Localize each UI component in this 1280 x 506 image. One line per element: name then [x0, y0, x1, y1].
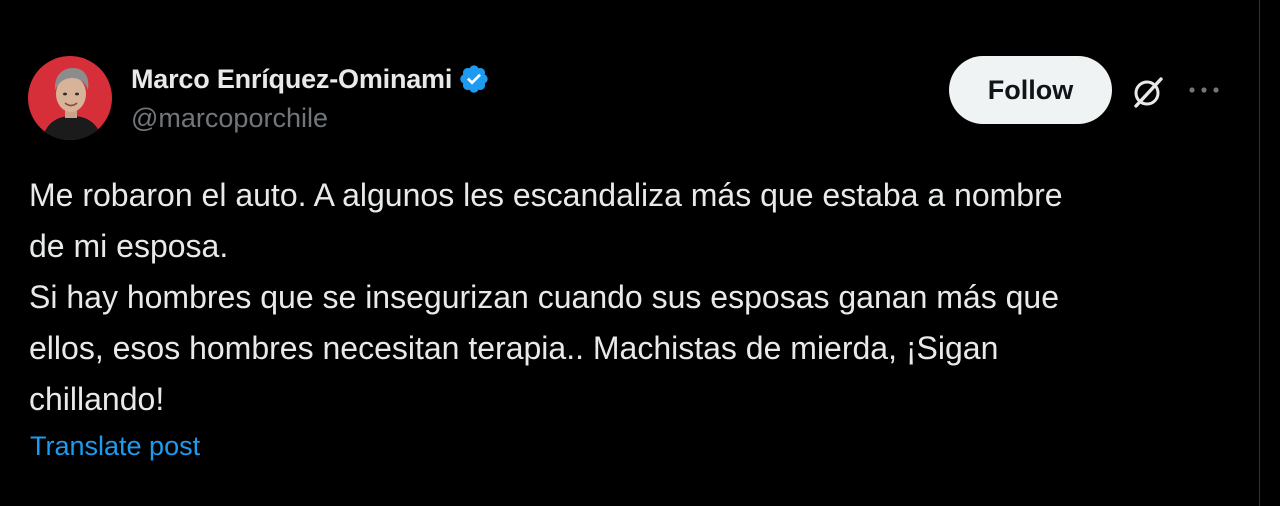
author-name-row: Marco Enríquez-Ominami	[131, 61, 490, 97]
tweet-text-line: Si hay hombres que se insegurizan cuando…	[29, 279, 1059, 315]
author-display-name[interactable]: Marco Enríquez-Ominami	[131, 64, 452, 95]
grok-icon[interactable]	[1128, 72, 1168, 112]
avatar-image	[28, 56, 112, 140]
timeline-divider	[1259, 0, 1260, 506]
tweet-text: Me robaron el auto. A algunos les escand…	[29, 170, 1229, 425]
tweet-text-line: Me robaron el auto. A algunos les escand…	[29, 177, 1063, 213]
avatar[interactable]	[28, 56, 112, 140]
author-handle[interactable]: @marcoporchile	[131, 103, 328, 134]
more-options-icon[interactable]	[1186, 76, 1222, 104]
tweet-card: Marco Enríquez-Ominami @marcoporchile Fo…	[0, 0, 1280, 506]
tweet-text-line: chillando!	[29, 381, 165, 417]
tweet-text-line: de mi esposa.	[29, 228, 229, 264]
follow-button[interactable]: Follow	[949, 56, 1112, 124]
verified-badge-icon[interactable]	[458, 63, 490, 95]
translate-post-link[interactable]: Translate post	[30, 431, 200, 462]
tweet-text-line: ellos, esos hombres necesitan terapia.. …	[29, 330, 999, 366]
